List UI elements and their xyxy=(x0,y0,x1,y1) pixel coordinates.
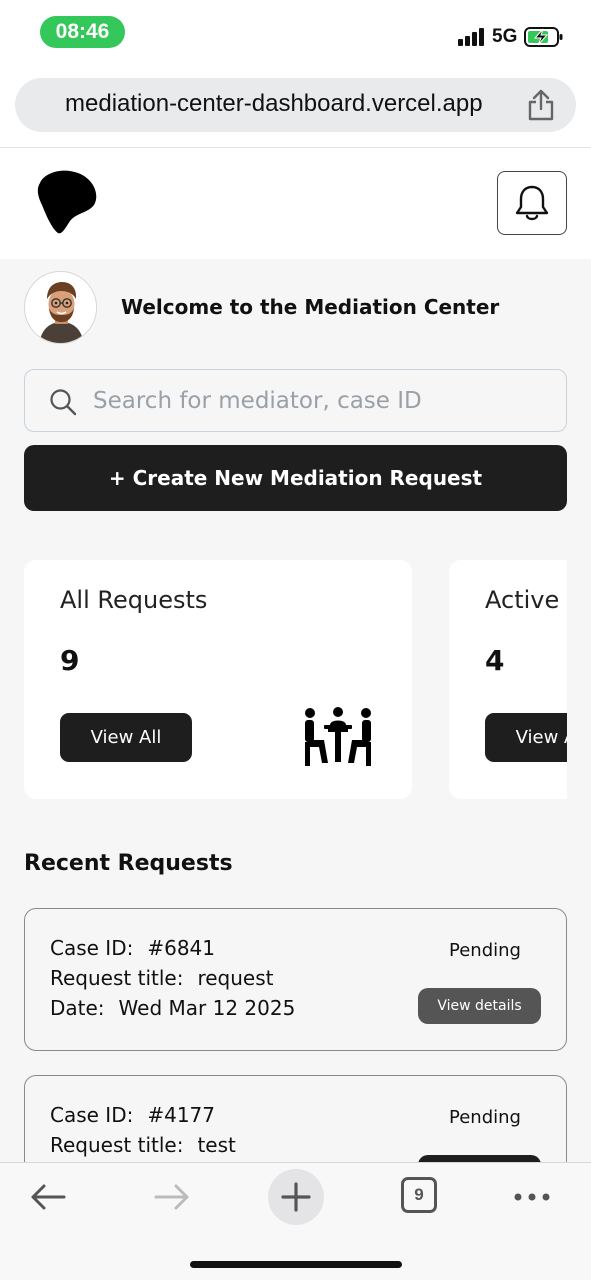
logo-icon[interactable] xyxy=(34,169,100,235)
create-request-button[interactable]: + Create New Mediation Request xyxy=(24,445,567,511)
new-tab-button[interactable] xyxy=(268,1169,324,1225)
search-icon xyxy=(50,389,77,416)
case-id-label: Case ID: xyxy=(50,1103,134,1127)
title-value: request xyxy=(197,966,274,990)
bell-icon xyxy=(515,185,549,221)
browser-url-area: mediation-center-dashboard.vercel.app xyxy=(0,66,591,148)
signal-icon xyxy=(458,28,486,46)
request-card: Case ID: #4177 Request title: test Pending xyxy=(24,1075,567,1162)
view-all-button[interactable]: View All xyxy=(485,713,567,762)
new-tab-plus-icon xyxy=(281,1182,311,1212)
url-text[interactable]: mediation-center-dashboard.vercel.app xyxy=(65,90,483,118)
case-id-row: Case ID: #4177 xyxy=(50,1103,215,1127)
view-details-button[interactable] xyxy=(418,1155,541,1162)
stat-title: All Requests xyxy=(60,586,208,614)
date-label: Date: xyxy=(50,996,105,1020)
app-header xyxy=(0,149,591,259)
meeting-table-icon xyxy=(305,707,371,766)
date-value: Wed Mar 12 2025 xyxy=(118,996,296,1020)
status-badge: Pending xyxy=(449,940,521,961)
url-bar[interactable]: mediation-center-dashboard.vercel.app xyxy=(15,78,576,132)
share-icon[interactable] xyxy=(526,88,556,122)
status-badge: Pending xyxy=(449,1107,521,1128)
search-input[interactable] xyxy=(93,380,553,422)
notifications-button[interactable] xyxy=(497,171,567,235)
title-value: test xyxy=(197,1133,236,1157)
browser-toolbar: 9 xyxy=(0,1162,591,1280)
date-row: Date: Wed Mar 12 2025 xyxy=(50,996,295,1020)
more-icon[interactable] xyxy=(512,1177,552,1217)
back-arrow-icon[interactable] xyxy=(28,1177,68,1217)
main-content: Welcome to the Mediation Center + Create… xyxy=(0,259,591,1162)
title-label: Request title: xyxy=(50,966,184,990)
status-bar: 08:46 5G xyxy=(0,0,591,66)
title-label: Request title: xyxy=(50,1133,184,1157)
stat-count: 4 xyxy=(485,644,505,677)
title-row: Request title: request xyxy=(50,966,273,990)
avatar[interactable] xyxy=(24,271,97,344)
recent-requests-heading: Recent Requests xyxy=(24,851,233,876)
tabs-icon[interactable]: 9 xyxy=(401,1177,437,1213)
avatar-icon xyxy=(25,272,96,343)
forward-arrow-icon[interactable] xyxy=(152,1177,192,1217)
network-label: 5G xyxy=(492,26,518,47)
stat-count: 9 xyxy=(60,644,80,677)
stat-card-all-requests: All Requests 9 View All xyxy=(24,560,412,799)
view-all-button[interactable]: View All xyxy=(60,713,192,762)
welcome-heading: Welcome to the Mediation Center xyxy=(121,295,500,319)
stat-card-active: Active 4 View All xyxy=(449,560,567,799)
home-indicator xyxy=(190,1261,402,1268)
stat-title: Active xyxy=(485,586,560,614)
battery-charging-icon xyxy=(524,27,563,47)
request-card: Case ID: #6841 Request title: request Date… xyxy=(24,908,567,1051)
case-id-label: Case ID: xyxy=(50,936,134,960)
case-id-value: #6841 xyxy=(147,936,215,960)
view-details-button[interactable]: View details xyxy=(418,988,541,1024)
search-box[interactable] xyxy=(24,369,567,432)
case-id-value: #4177 xyxy=(147,1103,215,1127)
title-row: Request title: test xyxy=(50,1133,236,1157)
status-time: 08:46 xyxy=(40,16,125,48)
case-id-row: Case ID: #6841 xyxy=(50,936,215,960)
